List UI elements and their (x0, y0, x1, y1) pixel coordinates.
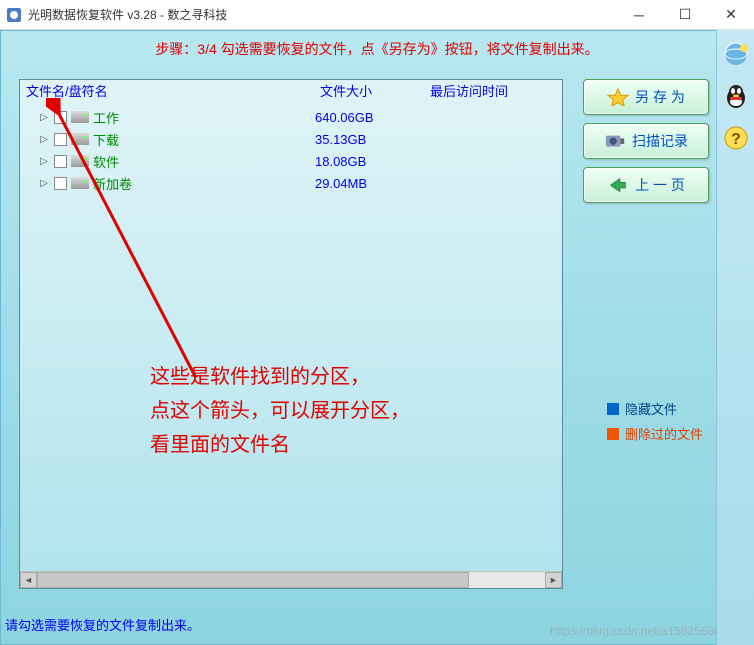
legend-hidden: 隐藏文件 (607, 399, 703, 418)
legend-label: 隐藏文件 (625, 399, 677, 418)
legend-label: 删除过的文件 (625, 424, 703, 443)
client-area: 步骤：3/4 勾选需要恢复的文件，点《另存为》按钮，将文件复制出来。 文件名/盘… (0, 30, 754, 645)
file-list-panel: 文件名/盘符名 文件大小 最后访问时间 ▷ 工作 640.06GB ▷ 下载 3… (19, 79, 563, 589)
step-instruction: 步骤：3/4 勾选需要恢复的文件，点《另存为》按钮，将文件复制出来。 (1, 31, 753, 67)
action-panel: 另 存 为 扫描记录 上 一 页 (583, 79, 709, 211)
window-title: 光明数据恢复软件 v3.28 - 数之寻科技 (28, 6, 616, 23)
arrow-left-icon (607, 176, 629, 194)
checkbox[interactable] (54, 177, 67, 190)
checkbox[interactable] (54, 133, 67, 146)
legend-square-icon (607, 428, 619, 440)
watermark: https://blog.csdn.net/a15825688350 (550, 624, 741, 638)
tree-row[interactable]: ▷ 下载 35.13GB (20, 128, 562, 150)
tree-row[interactable]: ▷ 软件 18.08GB (20, 150, 562, 172)
tree-row[interactable]: ▷ 新加卷 29.04MB (20, 172, 562, 194)
annotation-text: 这些是软件找到的分区， 点这个箭头，可以展开分区， 看里面的文件名 (150, 360, 530, 462)
scroll-thumb[interactable] (37, 572, 469, 588)
svg-text:?: ? (731, 131, 741, 148)
drive-icon (71, 155, 89, 167)
legend-deleted: 删除过的文件 (607, 424, 703, 443)
scroll-track[interactable] (37, 572, 545, 588)
tree-row[interactable]: ▷ 工作 640.06GB (20, 106, 562, 128)
row-name: 下载 (93, 130, 315, 149)
row-name: 新加卷 (93, 174, 315, 193)
row-size: 640.06GB (315, 110, 425, 125)
button-label: 另 存 为 (635, 87, 685, 107)
checkbox[interactable] (54, 155, 67, 168)
expand-icon[interactable]: ▷ (38, 112, 50, 123)
save-as-button[interactable]: 另 存 为 (583, 79, 709, 115)
app-icon (6, 7, 22, 23)
row-size: 18.08GB (315, 154, 425, 169)
minimize-button[interactable]: ─ (616, 0, 662, 30)
drive-icon (71, 111, 89, 123)
row-name: 软件 (93, 152, 315, 171)
horizontal-scrollbar[interactable]: ◄ ► (20, 571, 562, 588)
column-size-header[interactable]: 文件大小 (320, 81, 430, 100)
close-button[interactable]: ✕ (708, 0, 754, 30)
camera-icon (604, 132, 626, 150)
annotation-line: 点这个箭头，可以展开分区， (150, 394, 530, 428)
scroll-left-icon[interactable]: ◄ (20, 572, 37, 588)
side-toolbar: ? (716, 30, 754, 645)
row-size: 29.04MB (315, 176, 425, 191)
qq-icon[interactable] (722, 82, 750, 110)
expand-icon[interactable]: ▷ (38, 156, 50, 167)
help-icon[interactable]: ? (722, 124, 750, 152)
row-size: 35.13GB (315, 132, 425, 147)
expand-icon[interactable]: ▷ (38, 178, 50, 189)
star-icon (607, 88, 629, 106)
row-name: 工作 (93, 108, 315, 127)
button-label: 扫描记录 (632, 131, 688, 151)
table-header: 文件名/盘符名 文件大小 最后访问时间 (20, 80, 562, 102)
scan-log-button[interactable]: 扫描记录 (583, 123, 709, 159)
titlebar: 光明数据恢复软件 v3.28 - 数之寻科技 ─ ☐ ✕ (0, 0, 754, 30)
prev-page-button[interactable]: 上 一 页 (583, 167, 709, 203)
file-tree: ▷ 工作 640.06GB ▷ 下载 35.13GB ▷ 软件 18.08GB (20, 102, 562, 198)
drive-icon (71, 177, 89, 189)
checkbox[interactable] (54, 111, 67, 124)
button-label: 上 一 页 (635, 175, 685, 195)
expand-icon[interactable]: ▷ (38, 134, 50, 145)
legend: 隐藏文件 删除过的文件 (607, 399, 703, 449)
maximize-button[interactable]: ☐ (662, 0, 708, 30)
annotation-line: 这些是软件找到的分区， (150, 360, 530, 394)
scroll-right-icon[interactable]: ► (545, 572, 562, 588)
globe-icon[interactable] (722, 40, 750, 68)
column-name-header[interactable]: 文件名/盘符名 (20, 81, 320, 100)
annotation-line: 看里面的文件名 (150, 428, 530, 462)
drive-icon (71, 133, 89, 145)
legend-square-icon (607, 403, 619, 415)
column-time-header[interactable]: 最后访问时间 (430, 81, 562, 100)
